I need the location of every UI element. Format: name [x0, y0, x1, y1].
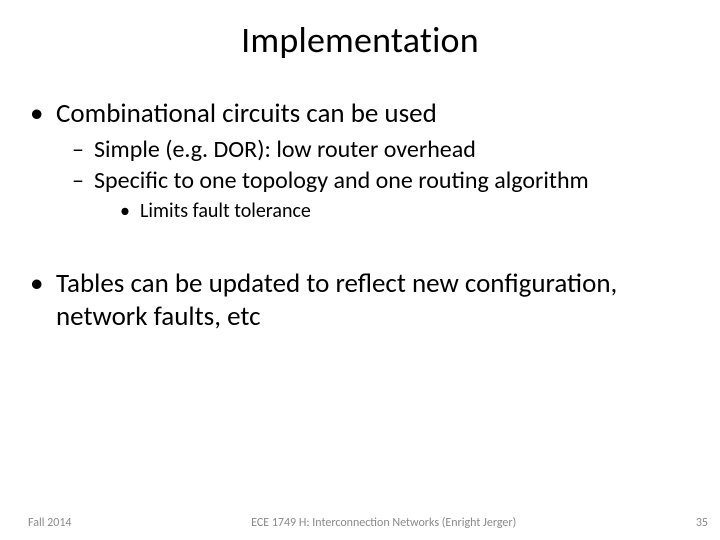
footer-date: Fall 2014 — [28, 516, 72, 530]
bullet-dot-icon: • — [30, 98, 56, 131]
bullet-dot-icon: • — [120, 199, 140, 224]
footer-course: ECE 1749 H: Interconnection Networks (En… — [72, 516, 696, 530]
bullet-text: Specific to one topology and one routing… — [94, 166, 589, 195]
bullet-dot-icon: • — [30, 268, 56, 334]
bullet-level2: – Simple (e.g. DOR): low router overhead — [72, 135, 690, 164]
bullet-text: Limits fault tolerance — [140, 199, 311, 224]
bullet-text: Combinational circuits can be used — [56, 98, 437, 131]
bullet-level3: • Limits fault tolerance — [120, 199, 690, 224]
bullet-text: Tables can be updated to reflect new con… — [56, 268, 690, 334]
bullet-level2: – Specific to one topology and one routi… — [72, 166, 690, 195]
bullet-level1: • Tables can be updated to reflect new c… — [30, 268, 690, 334]
slide-footer: Fall 2014 ECE 1749 H: Interconnection Ne… — [0, 516, 720, 530]
slide-title: Implementation — [0, 0, 720, 62]
bullet-dash-icon: – — [72, 166, 94, 195]
footer-page-number: 35 — [696, 516, 708, 530]
bullet-level1: • Combinational circuits can be used — [30, 98, 690, 131]
slide-body: • Combinational circuits can be used – S… — [0, 62, 720, 334]
bullet-dash-icon: – — [72, 135, 94, 164]
bullet-text: Simple (e.g. DOR): low router overhead — [94, 135, 476, 164]
